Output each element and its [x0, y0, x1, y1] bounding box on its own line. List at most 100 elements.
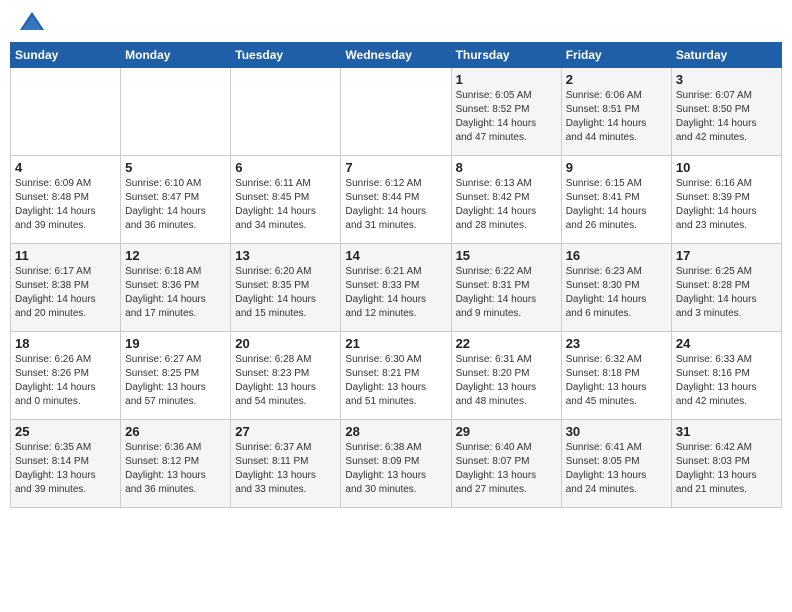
day-info: Sunrise: 6:18 AM Sunset: 8:36 PM Dayligh… — [125, 265, 226, 321]
week-row-5: 25 Sunrise: 6:35 AM Sunset: 8:14 PM Dayli… — [11, 420, 782, 508]
day-info: Sunrise: 6:20 AM Sunset: 8:35 PM Dayligh… — [235, 265, 336, 321]
calendar-cell: 5 Sunrise: 6:10 AM Sunset: 8:47 PM Daylig… — [121, 156, 231, 244]
day-number: 30 — [566, 424, 667, 439]
col-header-wednesday: Wednesday — [341, 43, 451, 68]
day-info: Sunrise: 6:17 AM Sunset: 8:38 PM Dayligh… — [15, 265, 116, 321]
calendar-cell — [121, 68, 231, 156]
day-info: Sunrise: 6:37 AM Sunset: 8:11 PM Dayligh… — [235, 441, 336, 497]
day-info: Sunrise: 6:30 AM Sunset: 8:21 PM Dayligh… — [345, 353, 446, 409]
calendar-cell: 3 Sunrise: 6:07 AM Sunset: 8:50 PM Daylig… — [671, 68, 781, 156]
week-row-1: 1 Sunrise: 6:05 AM Sunset: 8:52 PM Daylig… — [11, 68, 782, 156]
calendar-cell: 6 Sunrise: 6:11 AM Sunset: 8:45 PM Daylig… — [231, 156, 341, 244]
day-info: Sunrise: 6:35 AM Sunset: 8:14 PM Dayligh… — [15, 441, 116, 497]
calendar-cell: 19 Sunrise: 6:27 AM Sunset: 8:25 PM Dayli… — [121, 332, 231, 420]
day-number: 23 — [566, 336, 667, 351]
day-number: 19 — [125, 336, 226, 351]
day-info: Sunrise: 6:06 AM Sunset: 8:51 PM Dayligh… — [566, 89, 667, 145]
week-row-4: 18 Sunrise: 6:26 AM Sunset: 8:26 PM Dayli… — [11, 332, 782, 420]
day-info: Sunrise: 6:41 AM Sunset: 8:05 PM Dayligh… — [566, 441, 667, 497]
day-number: 29 — [456, 424, 557, 439]
calendar-cell: 10Sunrise: 6:16 AM Sunset: 8:39 PM Dayli… — [671, 156, 781, 244]
calendar-cell: 12 Sunrise: 6:18 AM Sunset: 8:36 PM Dayli… — [121, 244, 231, 332]
day-number: 31 — [676, 424, 777, 439]
day-number: 2 — [566, 72, 667, 87]
day-info: Sunrise: 6:09 AM Sunset: 8:48 PM Dayligh… — [15, 177, 116, 233]
day-number: 24 — [676, 336, 777, 351]
day-number: 12 — [125, 248, 226, 263]
calendar-cell — [231, 68, 341, 156]
day-info: Sunrise: 6:36 AM Sunset: 8:12 PM Dayligh… — [125, 441, 226, 497]
day-info: Sunrise: 6:05 AM Sunset: 8:52 PM Dayligh… — [456, 89, 557, 145]
day-number: 6 — [235, 160, 336, 175]
day-number: 28 — [345, 424, 446, 439]
header-row: SundayMondayTuesdayWednesdayThursdayFrid… — [11, 43, 782, 68]
week-row-3: 11 Sunrise: 6:17 AM Sunset: 8:38 PM Dayli… — [11, 244, 782, 332]
calendar-cell — [11, 68, 121, 156]
day-info: Sunrise: 6:11 AM Sunset: 8:45 PM Dayligh… — [235, 177, 336, 233]
day-info: Sunrise: 6:27 AM Sunset: 8:25 PM Dayligh… — [125, 353, 226, 409]
day-info: Sunrise: 6:22 AM Sunset: 8:31 PM Dayligh… — [456, 265, 557, 321]
calendar-cell: 22Sunrise: 6:31 AM Sunset: 8:20 PM Dayli… — [451, 332, 561, 420]
day-info: Sunrise: 6:07 AM Sunset: 8:50 PM Dayligh… — [676, 89, 777, 145]
calendar-cell: 31 Sunrise: 6:42 AM Sunset: 8:03 PM Dayli… — [671, 420, 781, 508]
page-header — [10, 10, 782, 34]
day-number: 11 — [15, 248, 116, 263]
calendar-cell: 18 Sunrise: 6:26 AM Sunset: 8:26 PM Dayli… — [11, 332, 121, 420]
calendar-cell: 13 Sunrise: 6:20 AM Sunset: 8:35 PM Dayli… — [231, 244, 341, 332]
day-number: 7 — [345, 160, 446, 175]
calendar-cell: 23 Sunrise: 6:32 AM Sunset: 8:18 PM Dayli… — [561, 332, 671, 420]
calendar-cell: 27 Sunrise: 6:37 AM Sunset: 8:11 PM Dayli… — [231, 420, 341, 508]
day-info: Sunrise: 6:16 AM Sunset: 8:39 PM Dayligh… — [676, 177, 777, 233]
day-info: Sunrise: 6:21 AM Sunset: 8:33 PM Dayligh… — [345, 265, 446, 321]
calendar-cell: 11 Sunrise: 6:17 AM Sunset: 8:38 PM Dayli… — [11, 244, 121, 332]
day-info: Sunrise: 6:40 AM Sunset: 8:07 PM Dayligh… — [456, 441, 557, 497]
day-info: Sunrise: 6:33 AM Sunset: 8:16 PM Dayligh… — [676, 353, 777, 409]
day-info: Sunrise: 6:10 AM Sunset: 8:47 PM Dayligh… — [125, 177, 226, 233]
col-header-tuesday: Tuesday — [231, 43, 341, 68]
day-number: 20 — [235, 336, 336, 351]
calendar-cell: 14 Sunrise: 6:21 AM Sunset: 8:33 PM Dayli… — [341, 244, 451, 332]
day-number: 4 — [15, 160, 116, 175]
logo-icon — [18, 10, 46, 34]
day-number: 25 — [15, 424, 116, 439]
day-info: Sunrise: 6:42 AM Sunset: 8:03 PM Dayligh… — [676, 441, 777, 497]
col-header-thursday: Thursday — [451, 43, 561, 68]
calendar-table: SundayMondayTuesdayWednesdayThursdayFrid… — [10, 42, 782, 508]
day-number: 14 — [345, 248, 446, 263]
day-number: 13 — [235, 248, 336, 263]
calendar-cell: 21 Sunrise: 6:30 AM Sunset: 8:21 PM Dayli… — [341, 332, 451, 420]
calendar-cell: 4 Sunrise: 6:09 AM Sunset: 8:48 PM Daylig… — [11, 156, 121, 244]
day-number: 15 — [456, 248, 557, 263]
calendar-cell: 8Sunrise: 6:13 AM Sunset: 8:42 PM Daylig… — [451, 156, 561, 244]
day-info: Sunrise: 6:23 AM Sunset: 8:30 PM Dayligh… — [566, 265, 667, 321]
day-number: 1 — [456, 72, 557, 87]
day-info: Sunrise: 6:28 AM Sunset: 8:23 PM Dayligh… — [235, 353, 336, 409]
day-number: 22 — [456, 336, 557, 351]
day-info: Sunrise: 6:25 AM Sunset: 8:28 PM Dayligh… — [676, 265, 777, 321]
week-row-2: 4 Sunrise: 6:09 AM Sunset: 8:48 PM Daylig… — [11, 156, 782, 244]
col-header-saturday: Saturday — [671, 43, 781, 68]
day-number: 16 — [566, 248, 667, 263]
calendar-cell: 1 Sunrise: 6:05 AM Sunset: 8:52 PM Daylig… — [451, 68, 561, 156]
calendar-cell — [341, 68, 451, 156]
day-number: 21 — [345, 336, 446, 351]
col-header-sunday: Sunday — [11, 43, 121, 68]
calendar-cell: 17 Sunrise: 6:25 AM Sunset: 8:28 PM Dayli… — [671, 244, 781, 332]
day-number: 26 — [125, 424, 226, 439]
day-number: 17 — [676, 248, 777, 263]
day-number: 5 — [125, 160, 226, 175]
day-number: 8 — [456, 160, 557, 175]
day-number: 9 — [566, 160, 667, 175]
day-info: Sunrise: 6:32 AM Sunset: 8:18 PM Dayligh… — [566, 353, 667, 409]
calendar-cell: 30 Sunrise: 6:41 AM Sunset: 8:05 PM Dayli… — [561, 420, 671, 508]
calendar-cell: 15 Sunrise: 6:22 AM Sunset: 8:31 PM Dayli… — [451, 244, 561, 332]
day-info: Sunrise: 6:15 AM Sunset: 8:41 PM Dayligh… — [566, 177, 667, 233]
day-info: Sunrise: 6:26 AM Sunset: 8:26 PM Dayligh… — [15, 353, 116, 409]
logo — [14, 10, 48, 34]
day-number: 18 — [15, 336, 116, 351]
day-number: 27 — [235, 424, 336, 439]
calendar-cell: 28Sunrise: 6:38 AM Sunset: 8:09 PM Dayli… — [341, 420, 451, 508]
day-info: Sunrise: 6:12 AM Sunset: 8:44 PM Dayligh… — [345, 177, 446, 233]
day-number: 3 — [676, 72, 777, 87]
calendar-cell: 16 Sunrise: 6:23 AM Sunset: 8:30 PM Dayli… — [561, 244, 671, 332]
